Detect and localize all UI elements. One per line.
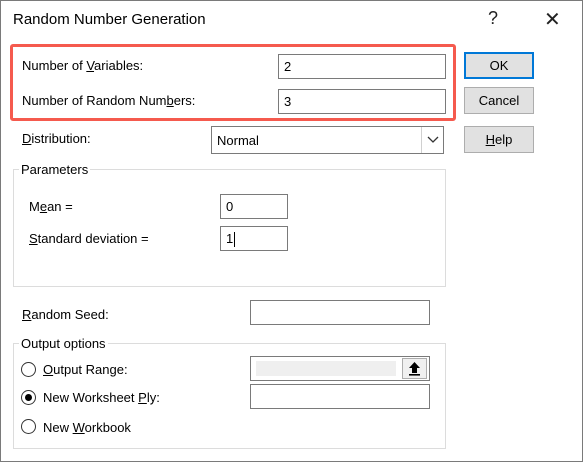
output-range-radio[interactable] — [21, 362, 36, 377]
num-variables-input[interactable]: 2 — [278, 54, 446, 79]
stddev-input[interactable]: 1 — [220, 226, 288, 251]
new-workbook-radio[interactable] — [21, 419, 36, 434]
output-range-value — [256, 361, 396, 376]
random-seed-label: Random Seed: — [22, 307, 109, 322]
text-caret — [234, 232, 236, 248]
ok-button[interactable]: OK — [464, 52, 534, 79]
num-variables-label: Number of Variables: — [22, 58, 144, 73]
chevron-down-icon[interactable] — [421, 127, 443, 153]
random-seed-input[interactable] — [250, 300, 430, 325]
new-workbook-label[interactable]: New Workbook — [43, 420, 131, 435]
upload-arrow-icon[interactable] — [402, 358, 427, 379]
distribution-select[interactable]: Normal — [211, 126, 444, 154]
mean-input[interactable]: 0 — [220, 194, 288, 219]
mean-label: Mean = — [29, 199, 73, 214]
distribution-label: Distribution: — [22, 131, 91, 146]
output-range-input[interactable] — [250, 356, 430, 381]
dialog-title: Random Number Generation — [13, 11, 206, 28]
stddev-label: Standard deviation = — [29, 231, 149, 246]
help-question-icon[interactable]: ? — [488, 8, 498, 29]
random-number-generation-dialog: Random Number Generation ? ✕ Number of V… — [0, 0, 583, 462]
help-button[interactable]: Help — [464, 126, 534, 153]
new-worksheet-ply-radio[interactable] — [21, 390, 36, 405]
new-worksheet-ply-label[interactable]: New Worksheet Ply: — [43, 390, 160, 405]
output-range-label[interactable]: Output Range: — [43, 362, 128, 377]
output-options-title: Output options — [19, 336, 108, 351]
cancel-button[interactable]: Cancel — [464, 87, 534, 114]
close-icon[interactable]: ✕ — [544, 7, 561, 32]
parameters-title: Parameters — [19, 162, 91, 177]
distribution-value: Normal — [217, 133, 259, 148]
new-worksheet-ply-input[interactable] — [250, 384, 430, 409]
num-random-numbers-input[interactable]: 3 — [278, 89, 446, 114]
num-random-numbers-label: Number of Random Numbers: — [22, 93, 196, 108]
